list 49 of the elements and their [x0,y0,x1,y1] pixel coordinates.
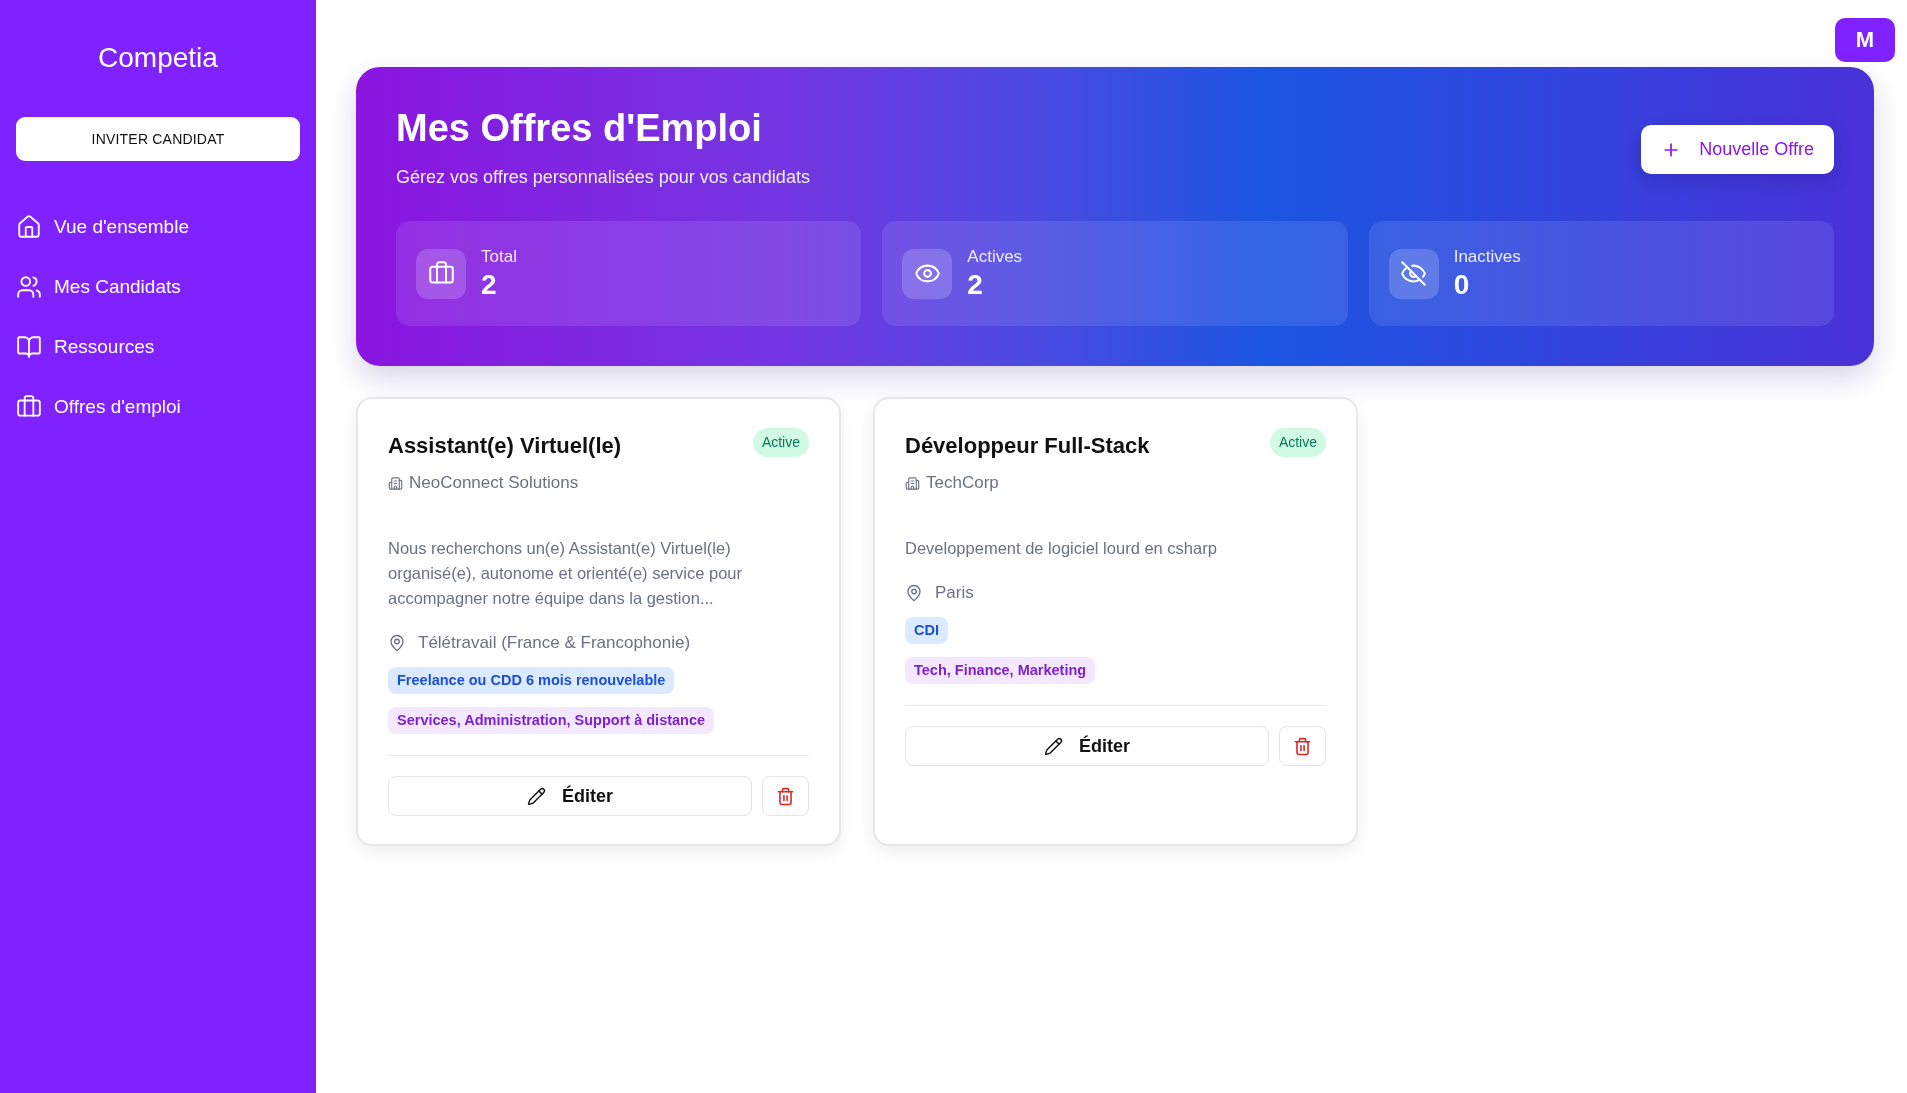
app-logo: Competia [98,41,218,75]
book-icon [16,334,42,360]
edit-button[interactable]: Éditer [905,726,1269,766]
location-pin-icon [388,634,406,652]
company-name: NeoConnect Solutions [409,472,579,494]
stat-value: 2 [481,267,497,302]
stat-value: 2 [967,267,983,302]
trash-icon [776,786,795,806]
stat-label: Inactives [1453,245,1521,268]
briefcase-icon [416,248,466,299]
contract-tag: CDI [905,617,948,644]
company-name: TechCorp [926,472,999,494]
stat-value: 0 [1453,267,1470,302]
eye-icon [902,248,953,299]
user-avatar-button[interactable]: M [1835,18,1895,62]
sector-tag: Tech, Finance, Marketing [905,657,1096,684]
stat-label: Total [481,245,517,268]
status-badge: Active [1269,428,1326,457]
pencil-icon [1044,736,1063,756]
delete-button[interactable] [762,776,809,816]
pencil-icon [527,786,546,806]
users-icon [16,274,42,300]
job-title: Développeur Full-Stack [905,432,1150,460]
nav-item[interactable]: Offres d'emploi [16,385,181,429]
job-description: Developpement de logiciel lourd en csharp [905,538,1218,559]
page-subtitle: Gérez vos offres personnalisées pour vos candidats [396,166,810,189]
trash-icon [1293,736,1312,756]
invite-candidate-button[interactable]: INVITER CANDIDAT [16,117,300,161]
page-title: Mes Offres d'Emploi [396,106,762,151]
contract-tag: Freelance ou CDD 6 mois renouvelable [388,667,675,694]
building-icon [388,475,403,491]
new-offer-button[interactable]: Nouvelle Offre [1641,125,1834,174]
edit-button[interactable]: Éditer [388,776,752,816]
nav-item[interactable]: Vue d'ensemble [16,205,189,249]
job-title: Assistant(e) Virtuel(le) [388,432,622,460]
delete-button[interactable] [1279,726,1326,766]
location-text: Paris [935,582,974,604]
briefcase-icon [16,394,42,420]
location-text: Télétravail (France & Francophonie) [418,632,691,654]
house-icon [16,214,42,240]
nav-item[interactable]: Ressources [16,325,155,369]
sector-tag: Services, Administration, Support à distance [388,707,715,734]
location-pin-icon [905,584,923,602]
crossed-eye-icon [1388,248,1439,299]
nav-item[interactable]: Mes Candidats [16,265,181,309]
status-badge: Active [752,428,809,457]
stat-label: Actives [967,245,1023,268]
building-icon [905,475,920,491]
job-description: Nous recherchons un(e) Assistant(e) Virtuel(le) organisé(e), autonome et orienté(e) service pour accompagner notre équipe dans la gestion... [388,538,744,609]
